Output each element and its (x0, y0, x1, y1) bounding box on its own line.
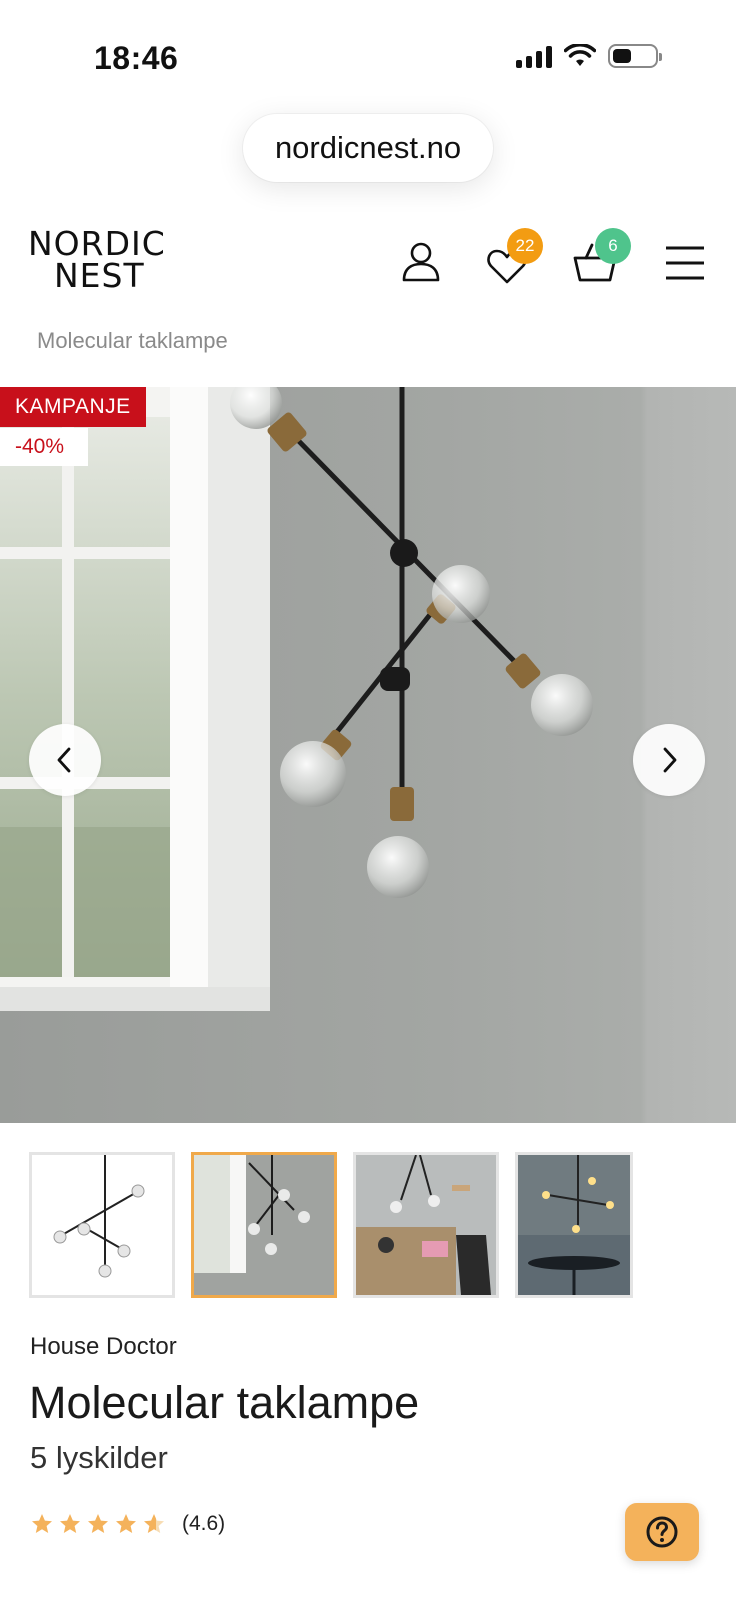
previous-image-button[interactable] (29, 724, 101, 796)
account-icon[interactable] (398, 238, 444, 284)
cellular-signal-icon (516, 44, 552, 68)
rating-value: (4.6) (182, 1512, 226, 1535)
wishlist-count: 22 (515, 236, 535, 255)
wifi-icon (564, 44, 596, 66)
nordic-nest-logo[interactable]: NORDIC NEST (28, 227, 173, 295)
product-title: Molecular taklampe (29, 1377, 420, 1428)
thumbnail-image (32, 1155, 172, 1295)
thumbnail-image (518, 1155, 630, 1295)
thumbnail-4[interactable] (515, 1152, 633, 1298)
logo-line-2: NEST (54, 256, 145, 295)
star-icon (116, 1514, 136, 1533)
cart-count: 6 (608, 236, 618, 255)
breadcrumb[interactable]: Molecular taklampe (37, 328, 228, 354)
chevron-left-icon (57, 747, 71, 773)
thumbnail-image (356, 1155, 496, 1295)
address-bar-url: nordicnest.no (274, 130, 462, 165)
product-image[interactable] (0, 387, 736, 1123)
star-icon (32, 1514, 52, 1533)
campaign-label-text: KAMPANJE (15, 395, 131, 418)
star-icon (60, 1514, 80, 1533)
campaign-label: KAMPANJE (0, 387, 146, 427)
address-bar[interactable]: nordicnest.no (243, 114, 493, 182)
battery-icon (608, 44, 662, 68)
chevron-right-icon (663, 747, 677, 773)
thumbnail-gallery (29, 1152, 633, 1298)
star-icon (144, 1514, 164, 1533)
question-icon (646, 1516, 678, 1548)
product-brand[interactable]: House Doctor (30, 1333, 177, 1361)
next-image-button[interactable] (633, 724, 705, 796)
breadcrumb-current: Molecular taklampe (37, 328, 228, 353)
menu-icon[interactable] (662, 240, 708, 286)
rating-stars (30, 1512, 166, 1536)
discount-label-text: -40% (15, 435, 65, 458)
thumbnail-2[interactable] (191, 1152, 337, 1298)
status-icons (516, 44, 662, 68)
battery-level (613, 49, 631, 63)
discount-label: -40% (0, 428, 88, 466)
product-subtitle: 5 lyskilder (30, 1440, 168, 1475)
wishlist-count-badge: 22 (507, 228, 543, 264)
status-time: 18:46 (94, 40, 179, 76)
product-photo (0, 387, 736, 1123)
thumbnail-image (194, 1155, 334, 1295)
product-rating[interactable]: (4.6) (30, 1512, 225, 1536)
thumbnail-3[interactable] (353, 1152, 499, 1298)
help-button[interactable] (625, 1503, 699, 1561)
star-icon (88, 1514, 108, 1533)
cart-count-badge: 6 (595, 228, 631, 264)
status-bar: 18:46 (0, 0, 736, 110)
thumbnail-1[interactable] (29, 1152, 175, 1298)
